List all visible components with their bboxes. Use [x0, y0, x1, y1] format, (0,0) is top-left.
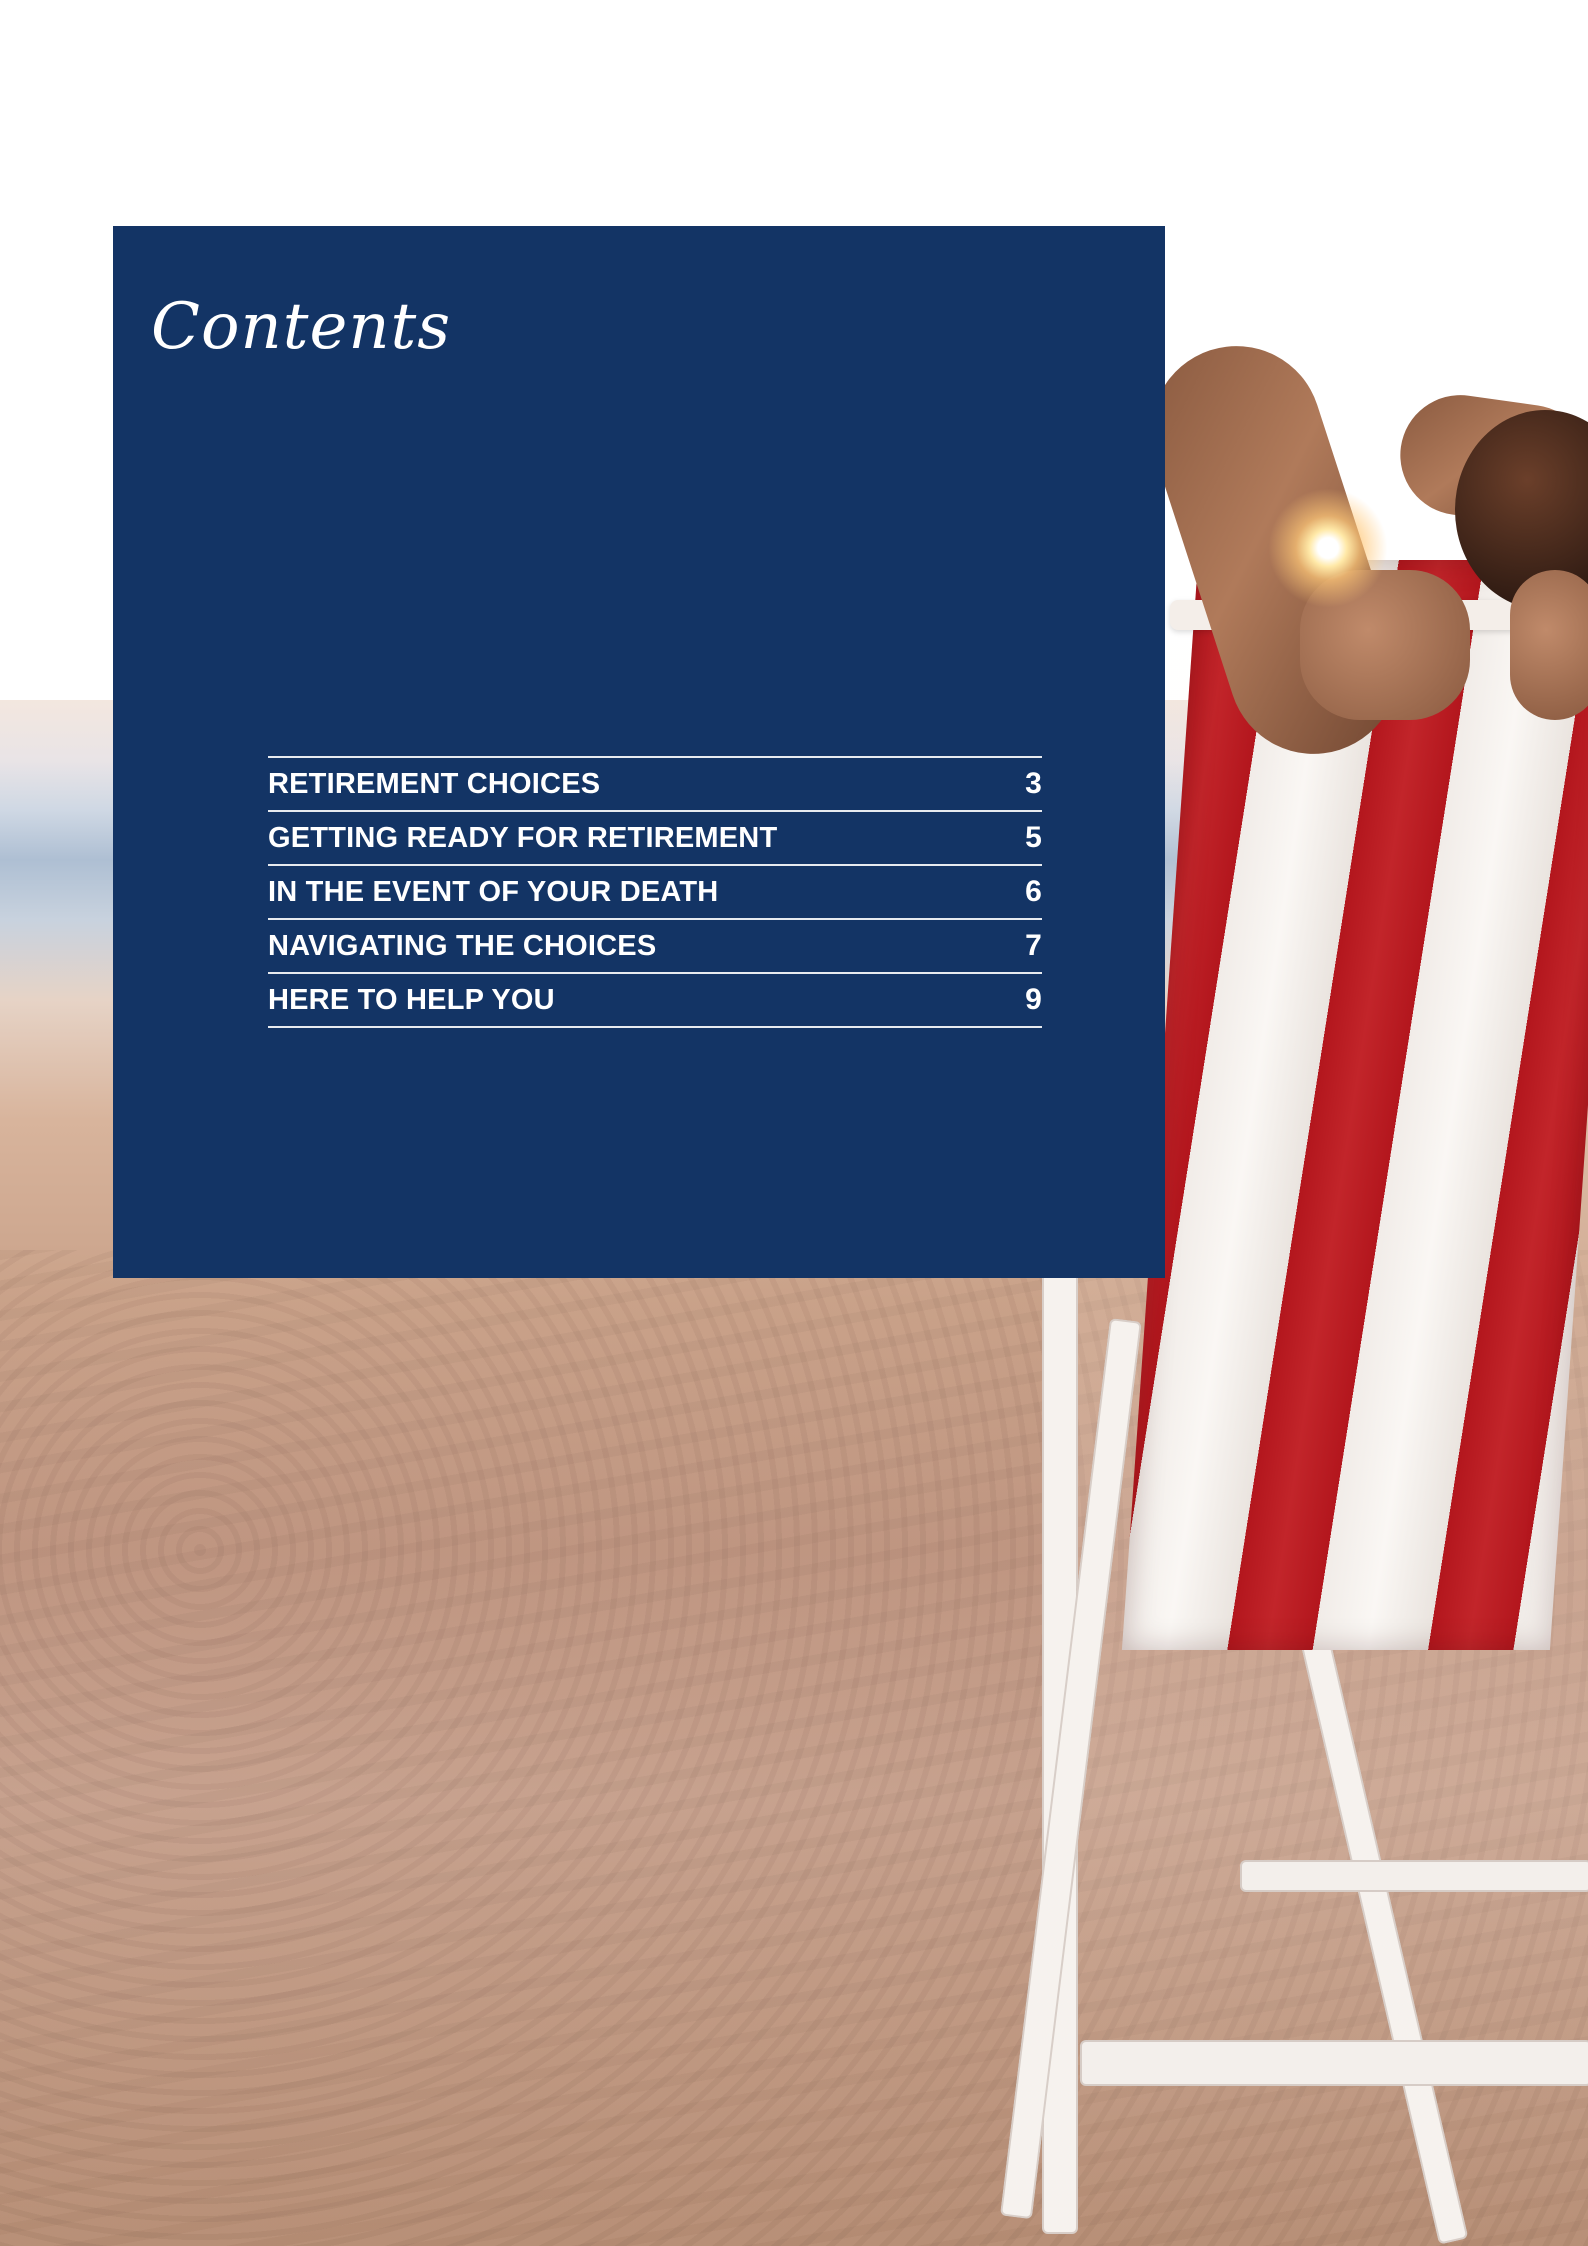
hand: [1510, 570, 1588, 720]
toc-item-label: RETIREMENT CHOICES: [268, 767, 601, 800]
chair-rung: [1240, 1860, 1588, 1892]
toc-item-here-to-help[interactable]: HERE TO HELP YOU 9: [268, 974, 1042, 1028]
toc-item-page: 6: [1025, 875, 1042, 908]
toc-item-label: NAVIGATING THE CHOICES: [268, 929, 657, 962]
toc-item-label: GETTING READY FOR RETIREMENT: [268, 821, 778, 854]
toc-item-label: HERE TO HELP YOU: [268, 983, 555, 1016]
contents-panel: Contents RETIREMENT CHOICES 3 GETTING RE…: [113, 226, 1165, 1278]
toc-item-getting-ready[interactable]: GETTING READY FOR RETIREMENT 5: [268, 812, 1042, 866]
sun-flare: [1268, 488, 1388, 608]
toc-item-event-of-death[interactable]: IN THE EVENT OF YOUR DEATH 6: [268, 866, 1042, 920]
toc-item-page: 5: [1025, 821, 1042, 854]
contents-title: Contents: [151, 290, 452, 364]
toc-item-navigating-choices[interactable]: NAVIGATING THE CHOICES 7: [268, 920, 1042, 974]
toc-item-page: 3: [1025, 767, 1042, 800]
toc-item-label: IN THE EVENT OF YOUR DEATH: [268, 875, 719, 908]
toc-item-page: 9: [1025, 983, 1042, 1016]
table-of-contents: RETIREMENT CHOICES 3 GETTING READY FOR R…: [268, 756, 1042, 1028]
chair-rung: [1080, 2040, 1588, 2086]
toc-item-page: 7: [1025, 929, 1042, 962]
toc-item-retirement-choices[interactable]: RETIREMENT CHOICES 3: [268, 758, 1042, 812]
